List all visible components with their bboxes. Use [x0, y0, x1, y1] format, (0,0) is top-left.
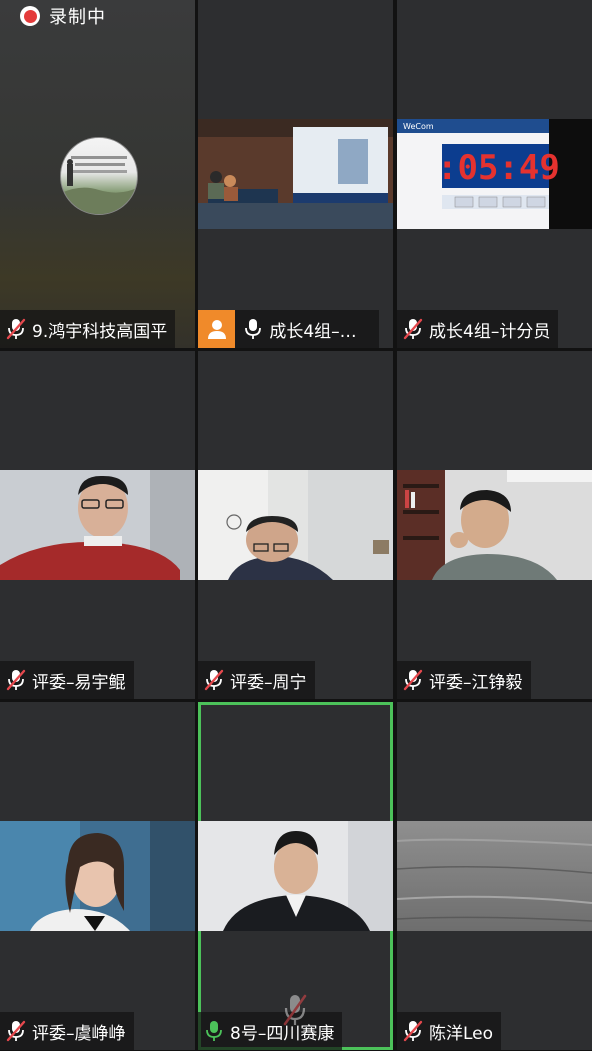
participant-tile[interactable]: 评委–易宇鲲	[0, 351, 195, 699]
video-feed	[0, 470, 195, 580]
video-feed	[198, 119, 393, 229]
participant-name: 成长4组–组...	[269, 321, 371, 342]
video-feed	[198, 821, 393, 931]
participant-tile[interactable]: 录制中 9.鸿宇科技高国平	[0, 0, 195, 348]
video-feed	[198, 470, 393, 580]
mute-toggle-icon[interactable]	[282, 993, 308, 1027]
timer-brand: WeCom	[403, 122, 434, 131]
mic-icon	[243, 318, 263, 340]
participant-name: 评委–易宇鲲	[32, 672, 126, 693]
mic-muted-icon	[204, 669, 224, 691]
recording-label: 录制中	[49, 7, 106, 28]
participant-name: 评委–江铮毅	[429, 672, 523, 693]
participant-tile[interactable]: 评委–江铮毅	[397, 351, 592, 699]
mic-muted-icon	[403, 318, 423, 340]
name-bar: 8号–四川赛康	[198, 1012, 343, 1050]
participant-tile[interactable]: WeCom :05:49 成长4组–计分员	[397, 0, 592, 348]
participant-name: 评委–虞峥峥	[32, 1023, 126, 1044]
video-feed	[397, 470, 592, 580]
participant-name: 9.鸿宇科技高国平	[32, 321, 168, 342]
name-bar: 评委–易宇鲲	[0, 661, 134, 699]
mic-muted-icon	[6, 669, 26, 691]
mic-muted-icon	[403, 1020, 423, 1042]
video-feed: WeCom :05:49	[397, 119, 592, 229]
avatar	[198, 310, 236, 348]
name-bar: 成长4组–计分员	[397, 310, 559, 348]
participant-tile[interactable]: 评委–周宁	[198, 351, 393, 699]
name-bar: 评委–周宁	[198, 661, 315, 699]
person-icon	[207, 320, 226, 339]
participant-tile[interactable]: 评委–虞峥峥	[0, 702, 195, 1050]
timer-value: :05:49	[437, 148, 560, 188]
name-bar: 评委–虞峥峥	[0, 1012, 134, 1050]
name-bar: 成长4组–组...	[198, 310, 379, 348]
mic-muted-icon	[6, 1020, 26, 1042]
video-feed	[0, 821, 195, 931]
mic-muted-icon	[403, 669, 423, 691]
participant-name: 成长4组–计分员	[429, 321, 551, 342]
mic-muted-icon	[6, 318, 26, 340]
avatar	[60, 137, 138, 215]
record-icon	[20, 6, 40, 26]
video-feed	[397, 821, 592, 931]
recording-indicator[interactable]: 录制中	[20, 3, 106, 29]
video-grid: 录制中 9.鸿宇科技高国平 成长4组–组... WeCom:05:49 成长4…	[0, 0, 592, 1051]
name-bar: 9.鸿宇科技高国平	[0, 310, 176, 348]
participant-tile[interactable]: 成长4组–组...	[198, 0, 393, 348]
participant-name: 陈洋Leo	[429, 1023, 494, 1044]
participant-tile[interactable]: 陈洋Leo	[397, 702, 592, 1050]
name-bar: 评委–江铮毅	[397, 661, 531, 699]
participant-name: 评委–周宁	[230, 672, 307, 693]
mic-active-icon	[204, 1020, 224, 1042]
name-bar: 陈洋Leo	[397, 1012, 502, 1050]
